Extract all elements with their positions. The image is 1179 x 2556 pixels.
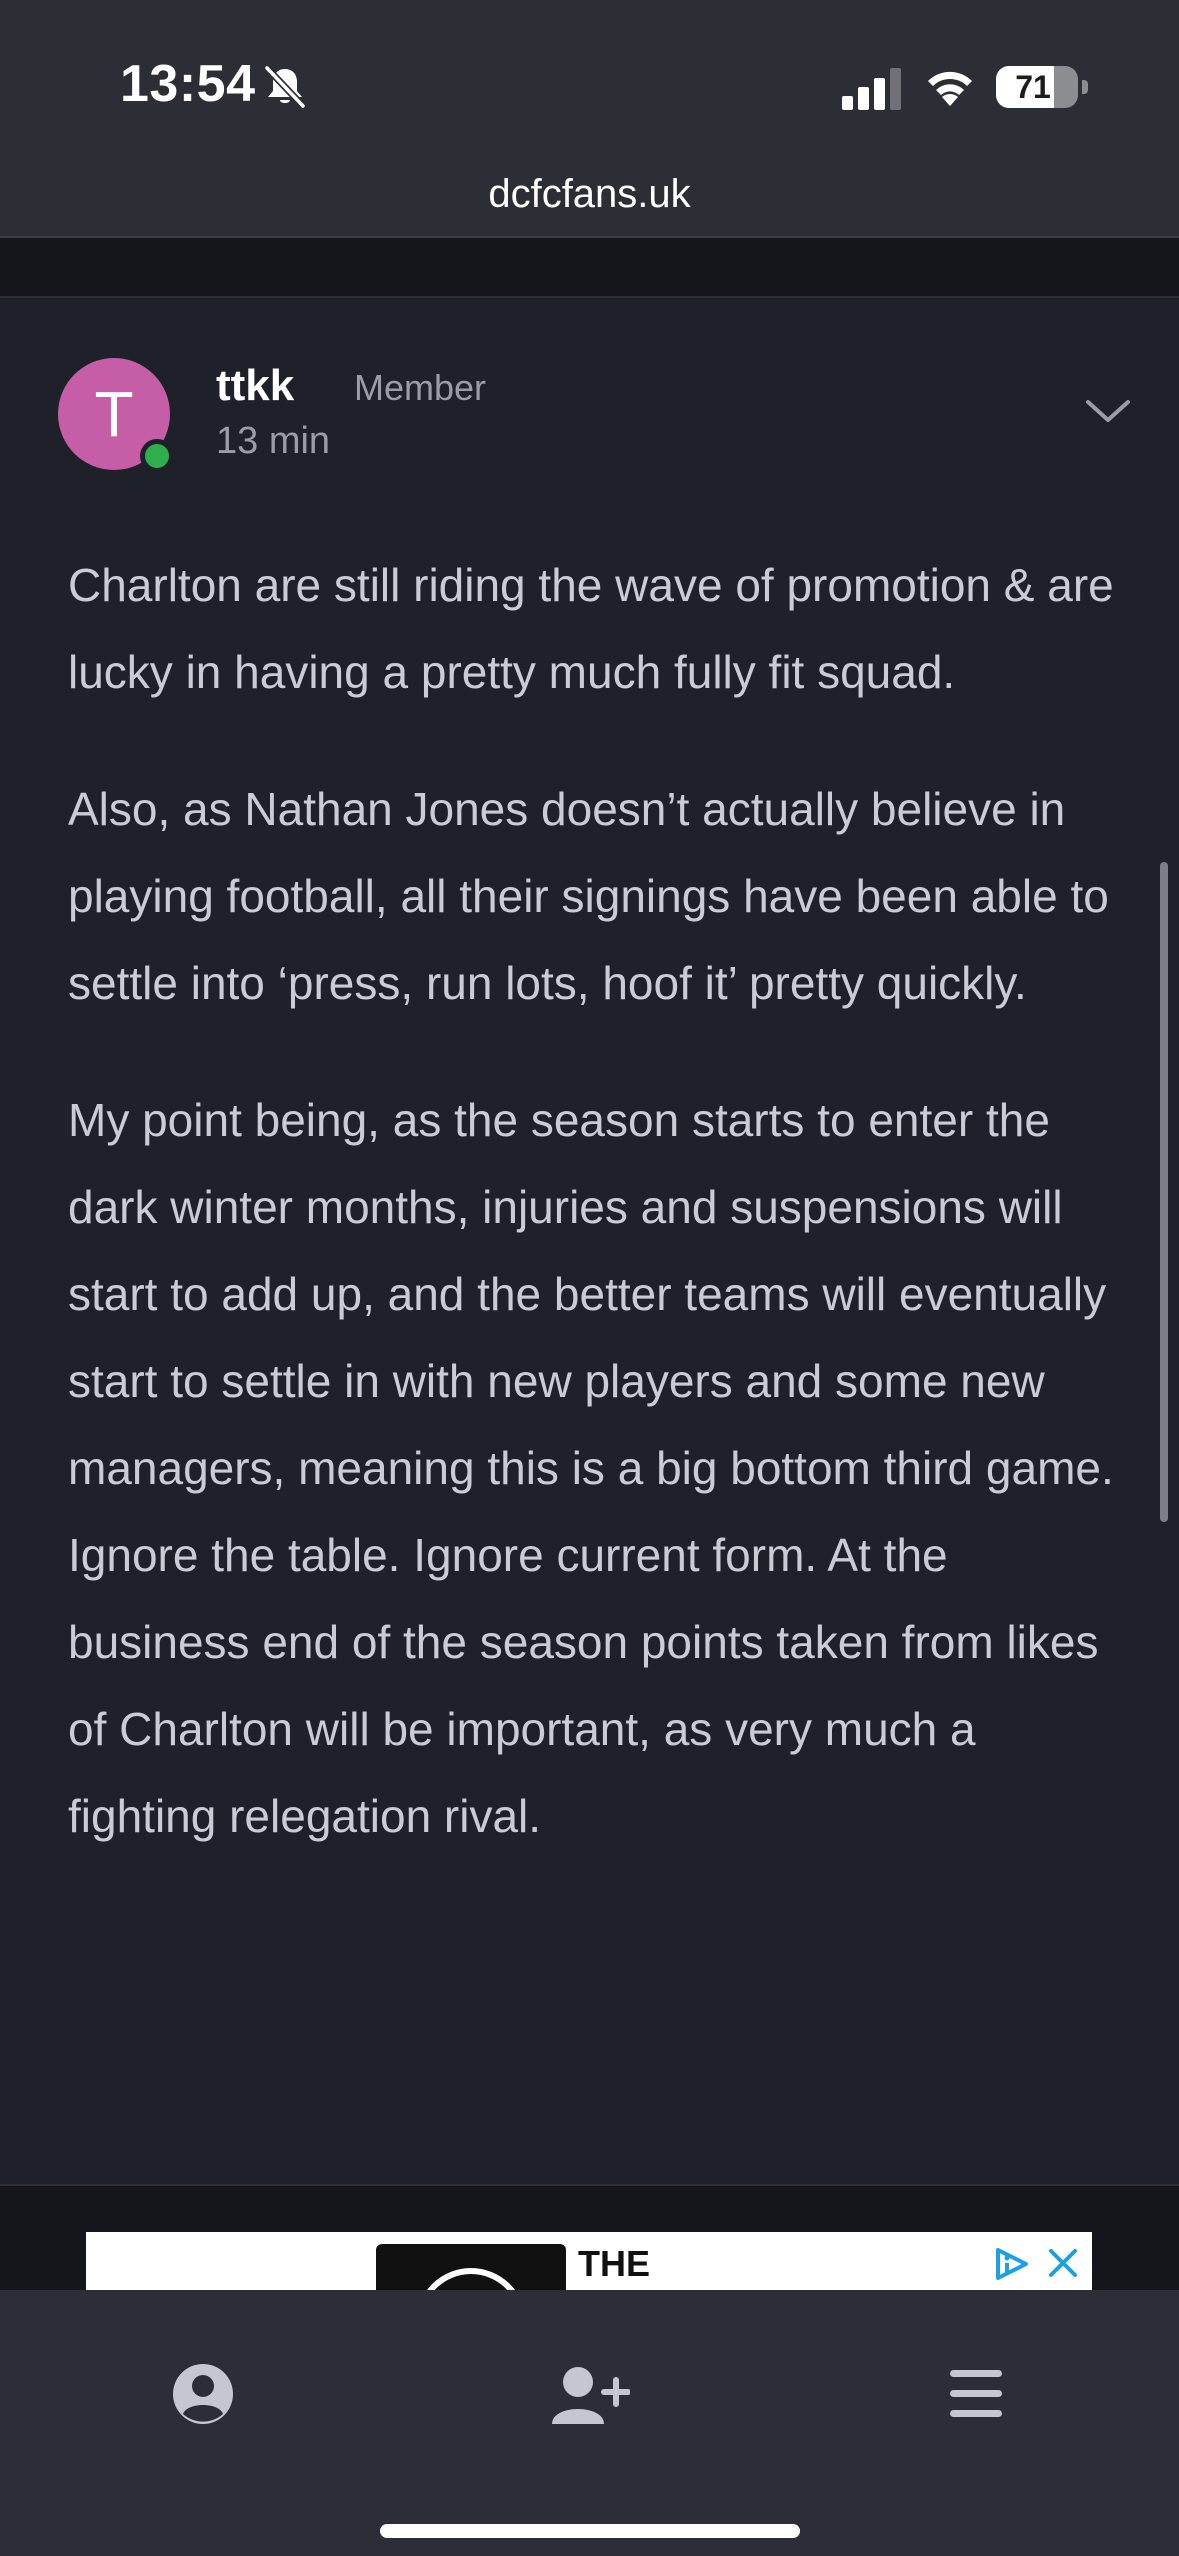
account-button[interactable]	[155, 2346, 251, 2442]
chevron-down-icon[interactable]	[1082, 394, 1134, 428]
post-author[interactable]: ttkk	[216, 360, 294, 412]
menu-icon	[950, 2370, 1002, 2417]
wifi-icon	[928, 71, 972, 106]
cellular-signal-icon	[842, 68, 901, 110]
battery-icon: 71	[996, 66, 1078, 108]
adchoices-icon[interactable]	[992, 2246, 1032, 2282]
post-paragraph: Also, as Nathan Jones doesn’t actually b…	[68, 783, 1109, 1009]
close-icon[interactable]	[1046, 2246, 1080, 2280]
ad-text: THE	[578, 2243, 650, 2284]
scroll-indicator[interactable]	[1160, 862, 1168, 1522]
post-timestamp[interactable]: 13 min	[216, 418, 330, 464]
author-role: Member	[354, 367, 487, 408]
url-address[interactable]: dcfcfans.uk	[0, 170, 1179, 218]
post-body: Charlton are still riding the wave of pr…	[68, 542, 1118, 1910]
register-button[interactable]	[542, 2346, 638, 2442]
forum-post: T ttkk Member 13 min Charlton are still …	[0, 298, 1179, 2186]
browser-top-bar: 13:54 71 dcfcfans.uk	[0, 0, 1179, 238]
online-status-dot	[140, 439, 174, 473]
home-indicator[interactable]	[380, 2524, 800, 2538]
status-time: 13:54	[120, 55, 256, 113]
add-user-icon	[552, 2367, 630, 2424]
screen: 13:54 71 dcfcfans.uk T ttkk Member 13 mi…	[0, 0, 1179, 2556]
post-paragraph: Charlton are still riding the wave of pr…	[68, 559, 1114, 698]
bottom-nav-bar	[0, 2290, 1179, 2556]
ad-banner[interactable]: THE	[86, 2232, 1092, 2290]
page-separator-band	[0, 238, 1179, 298]
menu-button[interactable]	[928, 2346, 1024, 2442]
battery-nub	[1082, 80, 1088, 94]
bell-slash-icon	[264, 65, 306, 109]
account-icon	[173, 2364, 233, 2424]
ad-area: THE	[0, 2186, 1179, 2290]
post-paragraph: My point being, as the season starts to …	[68, 1094, 1114, 1842]
battery-percent: 71	[1015, 69, 1051, 105]
